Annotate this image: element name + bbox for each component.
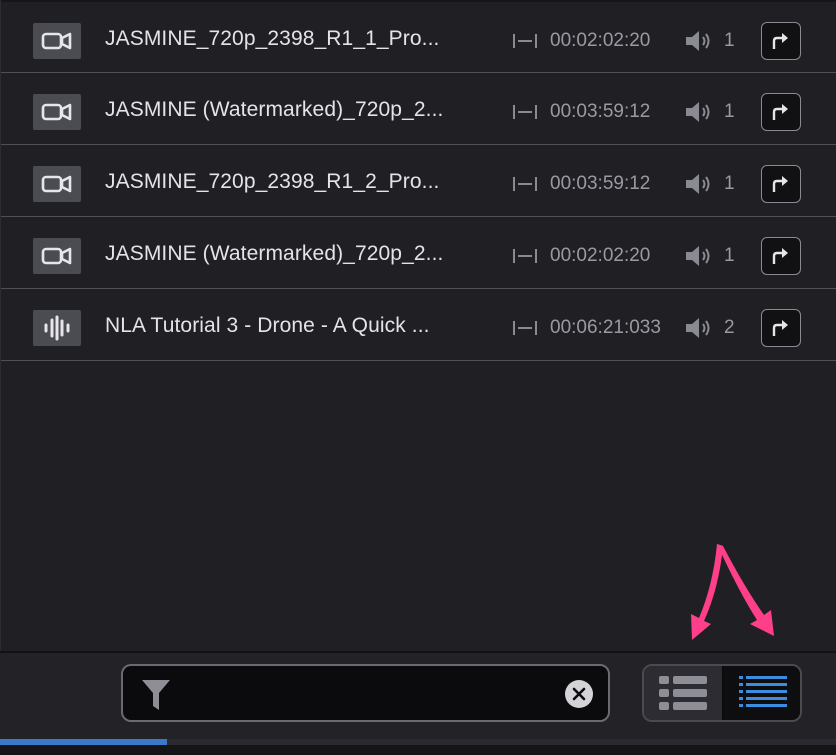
video-camera-icon: [33, 238, 81, 274]
speaker-icon: [686, 31, 710, 51]
open-clip-button[interactable]: [761, 237, 801, 275]
media-pool-panel: JASMINE_720p_2398_R1_1_Pro... 00:02:02:2…: [0, 0, 836, 651]
clip-name: NLA Tutorial 3 - Drone - A Quick ...: [105, 314, 430, 337]
video-camera-icon: [33, 94, 81, 130]
media-row[interactable]: JASMINE_720p_2398_R1_2_Pro... 00:03:59:1…: [1, 145, 836, 217]
open-clip-button[interactable]: [761, 309, 801, 347]
list-view-icon: [659, 676, 707, 710]
duration-icon: [513, 177, 537, 191]
footer-strip: [0, 745, 836, 755]
forward-arrow-icon: [772, 176, 788, 192]
media-row[interactable]: NLA Tutorial 3 - Drone - A Quick ... 00:…: [1, 289, 836, 361]
duration-icon: [513, 321, 537, 335]
clear-search-button[interactable]: [565, 680, 593, 708]
filter-search-box[interactable]: [121, 664, 610, 722]
filter-funnel-icon: [142, 680, 170, 710]
clip-duration: 00:02:02:20: [550, 30, 651, 51]
speaker-icon: [686, 174, 710, 194]
view-mode-toggle: [642, 664, 802, 722]
media-row[interactable]: JASMINE (Watermarked)_720p_2... 00:02:02…: [1, 217, 836, 289]
clip-duration: 00:03:59:12: [550, 173, 651, 194]
video-camera-icon: [33, 166, 81, 202]
clip-duration: 00:06:21:033: [550, 317, 661, 338]
audio-channel-count: 1: [724, 101, 735, 122]
forward-arrow-icon: [772, 248, 788, 264]
speaker-icon: [686, 318, 710, 338]
forward-arrow-icon: [772, 320, 788, 336]
open-clip-button[interactable]: [761, 93, 801, 131]
speaker-icon: [686, 102, 710, 122]
clip-name: JASMINE (Watermarked)_720p_2...: [105, 98, 444, 121]
clip-duration: 00:02:02:20: [550, 245, 651, 266]
forward-arrow-icon: [772, 33, 788, 49]
speaker-icon: [686, 246, 710, 266]
open-clip-button[interactable]: [761, 22, 801, 60]
clip-name: JASMINE_720p_2398_R1_1_Pro...: [105, 27, 440, 50]
clip-duration: 00:03:59:12: [550, 101, 651, 122]
detailed-list-view-button[interactable]: [724, 666, 800, 720]
detailed-list-view-icon: [739, 676, 787, 707]
open-clip-button[interactable]: [761, 165, 801, 203]
forward-arrow-icon: [772, 104, 788, 120]
audio-channel-count: 1: [724, 245, 735, 266]
list-view-button[interactable]: [644, 666, 724, 720]
filter-search-input[interactable]: [177, 676, 561, 712]
bottom-toolbar: [0, 651, 836, 755]
clip-name: JASMINE (Watermarked)_720p_2...: [105, 242, 444, 265]
clip-name: JASMINE_720p_2398_R1_2_Pro...: [105, 170, 440, 193]
annotation-arrow-left: [691, 544, 723, 640]
media-row[interactable]: JASMINE (Watermarked)_720p_2... 00:03:59…: [1, 73, 836, 145]
annotation-arrows: [691, 544, 774, 640]
duration-icon: [513, 249, 537, 263]
duration-icon: [513, 105, 537, 119]
duration-icon: [513, 34, 537, 48]
annotation-arrow-right: [717, 544, 774, 636]
video-camera-icon: [33, 23, 81, 59]
audio-channel-count: 1: [724, 30, 735, 51]
media-row[interactable]: JASMINE_720p_2398_R1_1_Pro... 00:02:02:2…: [1, 2, 836, 73]
audio-channel-count: 2: [724, 317, 735, 338]
audio-channel-count: 1: [724, 173, 735, 194]
close-icon: [572, 687, 586, 701]
media-list: JASMINE_720p_2398_R1_1_Pro... 00:02:02:2…: [1, 2, 836, 361]
audio-waveform-icon: [33, 310, 81, 346]
